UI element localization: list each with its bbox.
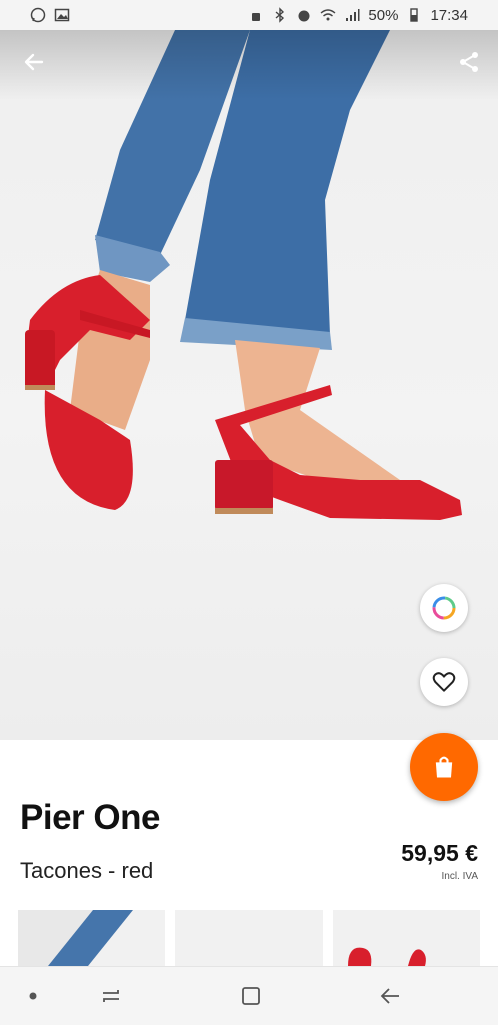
alarm-lock-icon — [252, 13, 261, 21]
hero-top-shade — [0, 30, 498, 100]
wifi-icon — [320, 9, 336, 21]
thumbnail-1[interactable] — [18, 910, 166, 966]
product-image[interactable] — [0, 30, 498, 740]
color-ring-icon — [432, 596, 456, 620]
dot-icon — [29, 992, 37, 1000]
recent-apps-button[interactable] — [96, 981, 126, 1011]
recent-apps-icon — [103, 990, 119, 1002]
whatsapp-icon — [30, 7, 46, 23]
battery-icon — [410, 8, 419, 22]
wishlist-button[interactable] — [420, 658, 468, 706]
back-button[interactable] — [18, 46, 50, 78]
clock: 17:34 — [430, 6, 468, 24]
share-icon — [460, 52, 478, 72]
product-photo — [25, 30, 462, 520]
shopping-bag-icon — [435, 756, 453, 778]
heart-icon — [432, 672, 456, 692]
system-nav-bar — [0, 966, 498, 1025]
thumbnail-3[interactable] — [332, 910, 480, 966]
status-bar: 50% 17:34 — [0, 0, 498, 30]
thumbnail-image — [18, 910, 133, 966]
gallery-icon — [54, 8, 70, 22]
share-button[interactable] — [453, 46, 485, 78]
thumbnail-2[interactable] — [175, 910, 323, 966]
home-icon — [242, 987, 260, 1005]
tax-note: Incl. IVA — [441, 871, 479, 882]
home-button[interactable] — [236, 981, 266, 1011]
back-icon — [380, 988, 399, 1004]
bluetooth-icon — [275, 7, 285, 23]
arrow-left-icon — [24, 53, 44, 71]
brand-name: Pier One — [20, 798, 160, 837]
battery-level: 50% — [368, 6, 399, 24]
product-subtitle: Tacones - red — [20, 858, 154, 883]
thumbnail-image — [347, 947, 426, 966]
color-picker-button[interactable] — [420, 584, 468, 632]
nav-dot[interactable] — [18, 981, 48, 1011]
signal-icon — [346, 9, 360, 21]
price: 59,95 € — [401, 840, 478, 866]
alarm-icon — [298, 10, 310, 22]
add-to-cart-button[interactable] — [410, 733, 478, 801]
system-back-button[interactable] — [375, 981, 405, 1011]
thumbnail-strip — [18, 910, 480, 966]
